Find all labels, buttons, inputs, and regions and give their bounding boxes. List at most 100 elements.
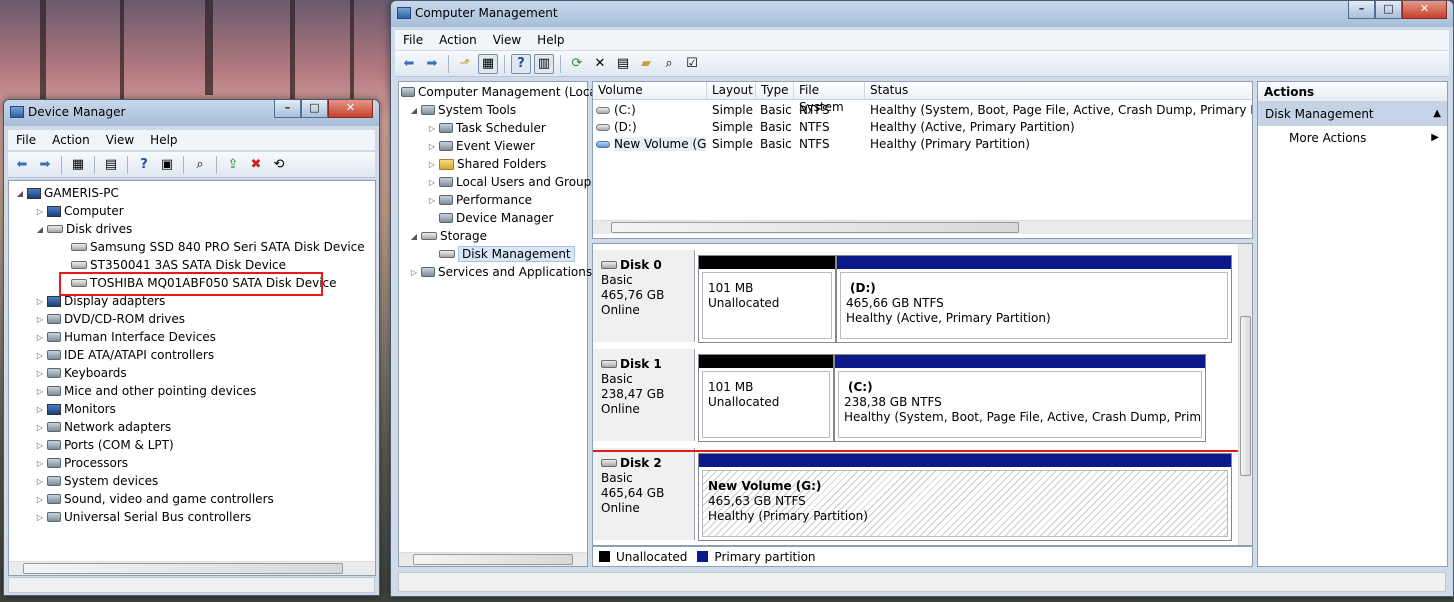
menu-view[interactable]: View (485, 33, 529, 47)
menu-file[interactable]: File (8, 133, 44, 147)
collapse-arrow-icon[interactable]: ▲ (1433, 102, 1441, 126)
check-icon[interactable]: ☑ (682, 54, 702, 74)
uninstall-icon[interactable]: ✖ (246, 155, 266, 175)
disk-1-partition-c[interactable]: (C:) 238,38 GB NTFS Healthy (System, Boot,… (834, 354, 1206, 442)
collapse-icon[interactable]: ◢ (409, 106, 419, 115)
vertical-scrollbar[interactable] (1238, 244, 1252, 545)
minimize-button[interactable]: – (1348, 1, 1375, 19)
properties-icon[interactable]: ▤ (101, 155, 121, 175)
forward-icon[interactable]: ➡ (35, 155, 55, 175)
expand-icon[interactable]: ▷ (35, 423, 45, 432)
disk-0-unallocated[interactable]: 101 MB Unallocated (698, 255, 836, 343)
nav-item-disk-management[interactable]: Disk Management (427, 245, 575, 263)
collapse-icon[interactable]: ◢ (35, 225, 45, 234)
device-tree-item-monitors[interactable]: ▷ Monitors (35, 400, 116, 418)
minimize-button[interactable]: – (274, 100, 301, 118)
horizontal-scrollbar[interactable] (593, 220, 1252, 234)
up-folder-icon[interactable]: ⬏ (455, 54, 475, 74)
column-volume[interactable]: Volume (593, 82, 707, 100)
column-file-system[interactable]: File System (794, 82, 865, 114)
collapse-icon[interactable]: ◢ (15, 189, 25, 198)
device-tree-item-disk-drives[interactable]: ◢ Disk drives (35, 220, 132, 238)
help-icon[interactable]: ? (511, 53, 531, 74)
device-tree-item-system-devices[interactable]: ▷ System devices (35, 472, 158, 490)
expand-icon[interactable]: ▷ (427, 124, 437, 133)
device-tree-item-universal-serial-bus-controllers[interactable]: ▷ Universal Serial Bus controllers (35, 508, 251, 526)
disk-1-unallocated[interactable]: 101 MB Unallocated (698, 354, 834, 442)
disable-icon[interactable]: ⟲ (269, 155, 289, 175)
computer-management-titlebar[interactable]: Computer Management – □ ✕ (391, 1, 1453, 27)
expand-icon[interactable]: ▷ (427, 160, 437, 169)
disk-0-partition-d[interactable]: (D:) 465,66 GB NTFS Healthy (Active, Prima… (836, 255, 1232, 343)
view-icon[interactable]: ▣ (157, 155, 177, 175)
device-tree-item-keyboards[interactable]: ▷ Keyboards (35, 364, 127, 382)
expand-icon[interactable]: ▷ (35, 387, 45, 396)
back-icon[interactable]: ⬅ (12, 155, 32, 175)
nav-item-device-manager[interactable]: Device Manager (427, 209, 553, 227)
maximize-button[interactable]: □ (301, 100, 328, 118)
menu-action[interactable]: Action (431, 33, 485, 47)
expand-icon[interactable]: ▷ (35, 459, 45, 468)
expand-icon[interactable]: ▷ (35, 369, 45, 378)
open-icon[interactable]: ▰ (636, 54, 656, 74)
nav-item-services-and-applications[interactable]: ▷ Services and Applications (409, 263, 592, 281)
nav-item-computer-management-local[interactable]: Computer Management (Local (401, 83, 600, 101)
expand-icon[interactable]: ▷ (35, 297, 45, 306)
expand-icon[interactable]: ▷ (409, 268, 419, 277)
nav-item-performance[interactable]: ▷ Performance (427, 191, 532, 209)
menu-action[interactable]: Action (44, 133, 98, 147)
nav-item-event-viewer[interactable]: ▷ Event Viewer (427, 137, 535, 155)
expand-icon[interactable]: ▷ (35, 207, 45, 216)
device-tree-item-samsung-ssd-840-pro-seri-sata-disk-device[interactable]: Samsung SSD 840 PRO Seri SATA Disk Devic… (59, 238, 365, 256)
expand-icon[interactable]: ▷ (35, 315, 45, 324)
properties-icon[interactable]: ▤ (613, 54, 633, 74)
back-icon[interactable]: ⬅ (399, 54, 419, 74)
device-manager-titlebar[interactable]: Device Manager – □ ✕ (4, 100, 379, 126)
expand-icon[interactable]: ▷ (35, 333, 45, 342)
nav-item-shared-folders[interactable]: ▷ Shared Folders (427, 155, 546, 173)
expand-icon[interactable]: ▷ (427, 178, 437, 187)
forward-icon[interactable]: ➡ (422, 54, 442, 74)
help-icon[interactable]: ? (134, 155, 154, 175)
device-tree-item-dvd-cd-rom-drives[interactable]: ▷ DVD/CD-ROM drives (35, 310, 185, 328)
expand-icon[interactable]: ▷ (35, 441, 45, 450)
expand-icon[interactable]: ▷ (35, 477, 45, 486)
delete-icon[interactable]: ✕ (590, 54, 610, 74)
refresh-icon[interactable]: ⟳ (567, 54, 587, 74)
search-icon[interactable]: ⌕ (659, 54, 679, 74)
disk-1-label[interactable]: Disk 1 Basic 238,47 GB Online (593, 349, 695, 441)
maximize-button[interactable]: □ (1375, 1, 1402, 19)
menu-view[interactable]: View (98, 133, 142, 147)
action-pane-icon[interactable]: ▥ (534, 53, 554, 74)
menu-help[interactable]: Help (142, 133, 185, 147)
menu-file[interactable]: File (395, 33, 431, 47)
column-status[interactable]: Status (865, 82, 1252, 100)
volume-row[interactable]: (D:) Simple Basic NTFS Healthy (Active, Prim… (593, 119, 1252, 136)
nav-item-task-scheduler[interactable]: ▷ Task Scheduler (427, 119, 546, 137)
column-layout[interactable]: Layout (707, 82, 756, 100)
device-tree-item-mice-and-other-pointing-devices[interactable]: ▷ Mice and other pointing devices (35, 382, 256, 400)
volume-row[interactable]: (C:) Simple Basic NTFS Healthy (System, Boot… (593, 102, 1252, 119)
tree-root[interactable]: ◢ GAMERIS-PC (15, 184, 119, 202)
close-button[interactable]: ✕ (1402, 1, 1447, 19)
scan-hardware-icon[interactable]: ⌕ (190, 155, 210, 175)
disk-0-label[interactable]: Disk 0 Basic 465,76 GB Online (593, 250, 695, 342)
action-more-actions[interactable]: More Actions ▶ (1258, 126, 1447, 150)
expand-icon[interactable]: ▷ (427, 142, 437, 151)
device-tree-item-sound-video-and-game-controllers[interactable]: ▷ Sound, video and game controllers (35, 490, 274, 508)
expand-icon[interactable]: ▷ (35, 513, 45, 522)
device-tree-item-network-adapters[interactable]: ▷ Network adapters (35, 418, 171, 436)
collapse-icon[interactable]: ◢ (409, 232, 419, 241)
device-tree-item-human-interface-devices[interactable]: ▷ Human Interface Devices (35, 328, 216, 346)
update-driver-icon[interactable]: ⇪ (223, 155, 243, 175)
actions-section-disk-management[interactable]: Disk Management ▲ (1258, 102, 1447, 126)
volume-row[interactable]: New Volume (G:) Simple Basic NTFS Healthy (P… (593, 136, 1252, 153)
horizontal-scrollbar[interactable] (9, 561, 375, 575)
close-button[interactable]: ✕ (328, 100, 373, 118)
expand-icon[interactable]: ▷ (427, 196, 437, 205)
nav-item-storage[interactable]: ◢ Storage (409, 227, 487, 245)
device-tree-item-processors[interactable]: ▷ Processors (35, 454, 128, 472)
device-tree-item-ide-ata-atapi-controllers[interactable]: ▷ IDE ATA/ATAPI controllers (35, 346, 214, 364)
expand-icon[interactable]: ▷ (35, 495, 45, 504)
show-hide-tree-icon[interactable]: ▦ (68, 155, 88, 175)
